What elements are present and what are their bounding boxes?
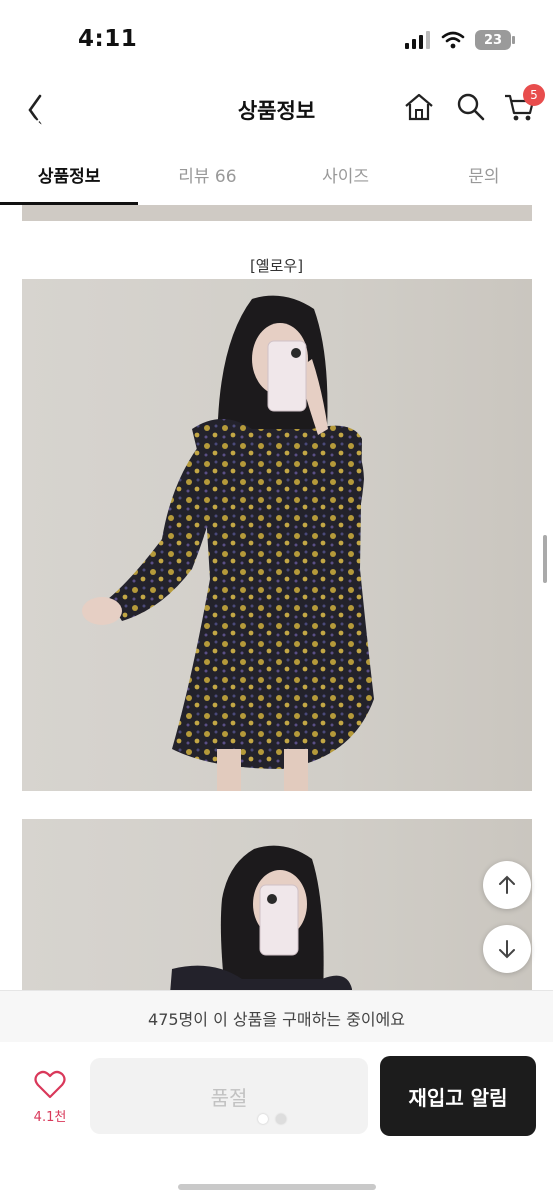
product-detail-content[interactable]: [옐로우] — [0, 205, 553, 995]
tab-inquiry[interactable]: 문의 — [415, 145, 553, 205]
cart-button[interactable]: 5 — [503, 84, 545, 124]
wishlist-count: 4.1천 — [33, 1110, 67, 1125]
scroll-indicator[interactable] — [543, 535, 547, 583]
model-photo-illustration-2 — [169, 845, 352, 995]
bottom-action-bar: 4.1천 품절 재입고 알림 — [0, 1042, 553, 1200]
status-bar: 4:11 23 — [0, 0, 553, 80]
scroll-up-button[interactable] — [483, 861, 531, 909]
soldout-button[interactable]: 품절 — [90, 1058, 368, 1134]
signal-icon — [405, 31, 430, 49]
search-icon — [457, 93, 485, 121]
home-indicator[interactable] — [178, 1184, 376, 1190]
wishlist-button[interactable]: 4.1천 — [20, 1070, 80, 1125]
tab-size[interactable]: 사이즈 — [277, 145, 415, 205]
model-photo-illustration — [82, 295, 374, 791]
search-button[interactable] — [454, 90, 488, 124]
product-photo-2 — [22, 819, 532, 995]
heart-icon — [34, 1070, 66, 1099]
app-header: 상품정보 5 — [0, 80, 553, 140]
restock-alert-button[interactable]: 재입고 알림 — [380, 1056, 536, 1136]
color-label: [옐로우] — [249, 257, 304, 275]
home-icon — [405, 93, 433, 121]
wifi-icon — [441, 31, 465, 49]
scroll-down-button[interactable] — [483, 925, 531, 973]
cart-badge: 5 — [523, 84, 545, 106]
arrow-down-icon — [499, 940, 515, 959]
tab-product-info[interactable]: 상품정보 — [0, 145, 139, 205]
tab-bar: 상품정보 리뷰 66 사이즈 문의 — [0, 145, 553, 205]
page-dot-active — [258, 1114, 268, 1124]
arrow-up-icon — [499, 875, 515, 894]
page-dot — [276, 1114, 286, 1124]
product-photo-previous — [22, 205, 532, 221]
tab-reviews[interactable]: 리뷰 66 — [138, 145, 276, 205]
battery-icon: 23 — [475, 30, 515, 50]
status-time: 4:11 — [78, 26, 138, 52]
page-indicator — [258, 1114, 286, 1124]
status-icons: 23 — [405, 30, 515, 50]
purchase-activity-banner: 475명이 이 상품을 구매하는 중이에요 — [0, 990, 553, 1042]
home-button[interactable] — [402, 90, 436, 124]
product-photo — [22, 279, 532, 791]
